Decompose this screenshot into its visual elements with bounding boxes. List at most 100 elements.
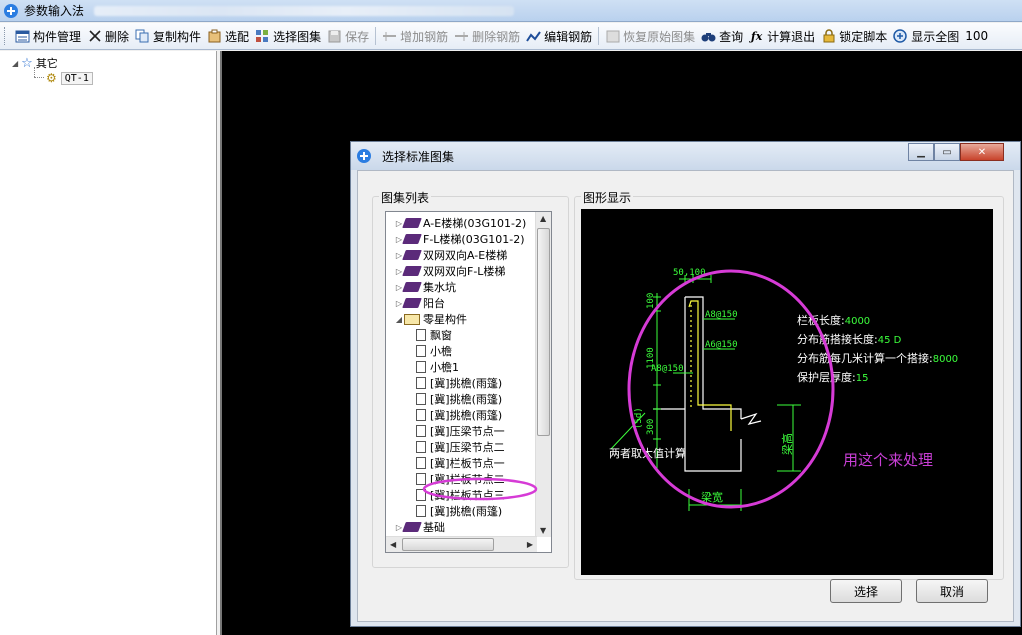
book-icon <box>402 522 422 532</box>
component-manage-label: 构件管理 <box>33 29 82 44</box>
atlas-item-label: 小檐1 <box>430 361 459 374</box>
atlas-item-label: 基础 <box>423 521 445 534</box>
lock-script-label: 锁定脚本 <box>839 29 888 44</box>
atlas-list-item[interactable]: ▷ F-L楼梯(03G101-2) <box>394 231 525 247</box>
atlas-list-item[interactable]: ▷ 阳台 <box>394 295 445 311</box>
collapse-arrow-icon[interactable]: ◢ <box>394 315 404 324</box>
select-button[interactable]: 选择 <box>830 579 902 603</box>
scroll-left-icon[interactable]: ◀ <box>390 540 396 549</box>
remove-rebar-icon <box>454 29 469 44</box>
atlas-item-label: [冀]栏板节点一 <box>430 457 505 470</box>
dimension-labels: 50,100 100 1100 300 (5d) A8@150 A6@150 A… <box>634 268 738 435</box>
rebar-lines <box>688 300 732 431</box>
page-icon <box>416 409 426 421</box>
atlas-list-hscrollbar[interactable]: ◀ ▶ <box>386 536 537 552</box>
atlas-list-item[interactable]: ▷ 基础 <box>394 519 445 535</box>
dialog-titlebar[interactable]: 选择标准图集 ▁ ▭ ✕ <box>351 142 1020 170</box>
atlas-list-item[interactable]: ▷ 双网双向F-L楼梯 <box>394 263 506 279</box>
binoculars-icon <box>701 29 716 44</box>
dialog-title: 选择标准图集 <box>382 149 455 164</box>
edit-rebar-label: 编辑钢筋 <box>544 29 593 44</box>
tree-connector <box>34 77 44 78</box>
dim-top-height: 100 <box>646 293 656 309</box>
book-icon <box>402 266 422 276</box>
book-icon <box>402 250 422 260</box>
restore-atlas-button[interactable]: 恢复原始图集 <box>602 25 698 47</box>
delete-button[interactable]: 删除 <box>84 25 132 47</box>
minimize-button[interactable]: ▁ <box>908 143 934 161</box>
component-manage-button[interactable]: 构件管理 <box>12 25 84 47</box>
book-icon <box>402 298 422 308</box>
query-button[interactable]: 查询 <box>698 25 746 47</box>
railing-outline <box>653 296 762 472</box>
select-match-button[interactable]: 选配 <box>204 25 252 47</box>
atlas-list-item[interactable]: 小檐1 <box>414 359 459 375</box>
select-atlas-label: 选择图集 <box>273 29 322 44</box>
app-logo-icon <box>4 3 18 18</box>
list-highlight-circle <box>422 477 538 501</box>
save-button[interactable]: 保存 <box>324 25 372 47</box>
scroll-right-icon[interactable]: ▶ <box>527 540 533 549</box>
save-icon <box>327 29 342 44</box>
copy-component-button[interactable]: 复制构件 <box>132 25 204 47</box>
tree-node-qt1[interactable]: ⚙ QT-1 <box>46 70 93 86</box>
delete-label: 删除 <box>105 29 130 44</box>
page-icon <box>416 441 426 453</box>
atlas-item-label: [冀]挑檐(雨篷) <box>430 409 503 422</box>
atlas-item-label: 飘窗 <box>430 329 452 342</box>
show-all-button[interactable]: 显示全图 <box>890 25 962 47</box>
maximize-icon: ▭ <box>942 146 952 158</box>
atlas-list-item[interactable]: [冀]栏板节点一 <box>414 455 505 471</box>
atlas-list-item[interactable]: [冀]压梁节点二 <box>414 439 505 455</box>
figure-preview: 50,100 100 1100 300 (5d) A8@150 A6@150 A… <box>581 209 993 575</box>
atlas-item-label: [冀]压梁节点一 <box>430 425 505 438</box>
atlas-list-item[interactable]: [冀]挑檐(雨篷) <box>414 375 502 391</box>
add-rebar-label: 增加钢筋 <box>400 29 449 44</box>
beam-height-label: 梁高 <box>780 433 794 455</box>
component-tree-panel: ◢ ☆ 其它 ⚙ QT-1 <box>0 51 217 635</box>
atlas-list-group: 图集列表 ▷现浇桩▷基础[冀]挑檐(雨篷)[冀]栏板节点三[冀]栏板节点二[冀]… <box>372 189 569 568</box>
edit-rebar-button[interactable]: 编辑钢筋 <box>523 25 595 47</box>
atlas-list-item[interactable]: 飘窗 <box>414 327 452 343</box>
book-icon <box>402 218 422 228</box>
maximize-button[interactable]: ▭ <box>934 143 960 161</box>
dialog-body: 图集列表 ▷现浇桩▷基础[冀]挑檐(雨篷)[冀]栏板节点三[冀]栏板节点二[冀]… <box>357 170 1014 622</box>
toolbar-grip[interactable] <box>4 27 7 45</box>
hscroll-thumb[interactable] <box>402 538 494 551</box>
close-button[interactable]: ✕ <box>960 143 1004 161</box>
collapse-arrow-icon[interactable]: ◢ <box>12 59 18 68</box>
book-icon <box>402 282 422 292</box>
param-lap-length: 分布筋搭接长度:45 D <box>797 332 902 346</box>
book-icon <box>402 234 422 244</box>
component-manage-icon <box>15 29 30 44</box>
atlas-list-item[interactable]: ▷ 集水坑 <box>394 279 456 295</box>
lock-script-button[interactable]: 锁定脚本 <box>818 25 890 47</box>
atlas-list-item[interactable]: [冀]挑檐(雨篷) <box>414 391 502 407</box>
tree-label-other: 其它 <box>35 57 58 70</box>
zoom-value[interactable]: 100 <box>962 25 991 47</box>
atlas-list-item[interactable]: [冀]挑檐(雨篷) <box>414 503 502 519</box>
add-rebar-button[interactable]: 增加钢筋 <box>379 25 451 47</box>
atlas-item-label: [冀]挑檐(雨篷) <box>430 393 503 406</box>
select-atlas-button[interactable]: 选择图集 <box>252 25 324 47</box>
page-icon <box>416 377 426 389</box>
atlas-list-item[interactable]: 小檐 <box>414 343 452 359</box>
atlas-list-item[interactable]: ▷ 双网双向A-E楼梯 <box>394 247 507 263</box>
atlas-list-item[interactable]: ◢ 零星构件 <box>394 311 467 327</box>
page-icon <box>416 361 426 373</box>
page-icon <box>416 457 426 469</box>
atlas-item-label: F-L楼梯(03G101-2) <box>423 233 525 246</box>
page-icon <box>416 393 426 405</box>
atlas-list-item[interactable]: ▷ A-E楼梯(03G101-2) <box>394 215 526 231</box>
remove-rebar-button[interactable]: 删除钢筋 <box>451 25 523 47</box>
atlas-item-label: 双网双向A-E楼梯 <box>423 249 508 262</box>
atlas-list-item[interactable]: [冀]压梁节点一 <box>414 423 505 439</box>
atlas-list-item[interactable]: [冀]挑檐(雨篷) <box>414 407 502 423</box>
calc-exit-button[interactable]: ƒx 计算退出 <box>746 25 818 47</box>
cancel-button[interactable]: 取消 <box>916 579 988 603</box>
param-lap-interval: 分布筋每几米计算一个搭接:8000 <box>797 351 958 365</box>
vscroll-thumb[interactable] <box>537 228 550 436</box>
rebar-label-3: A8@150 <box>651 364 684 374</box>
scroll-up-icon[interactable]: ▲ <box>540 214 546 223</box>
scroll-down-icon[interactable]: ▼ <box>540 526 546 535</box>
